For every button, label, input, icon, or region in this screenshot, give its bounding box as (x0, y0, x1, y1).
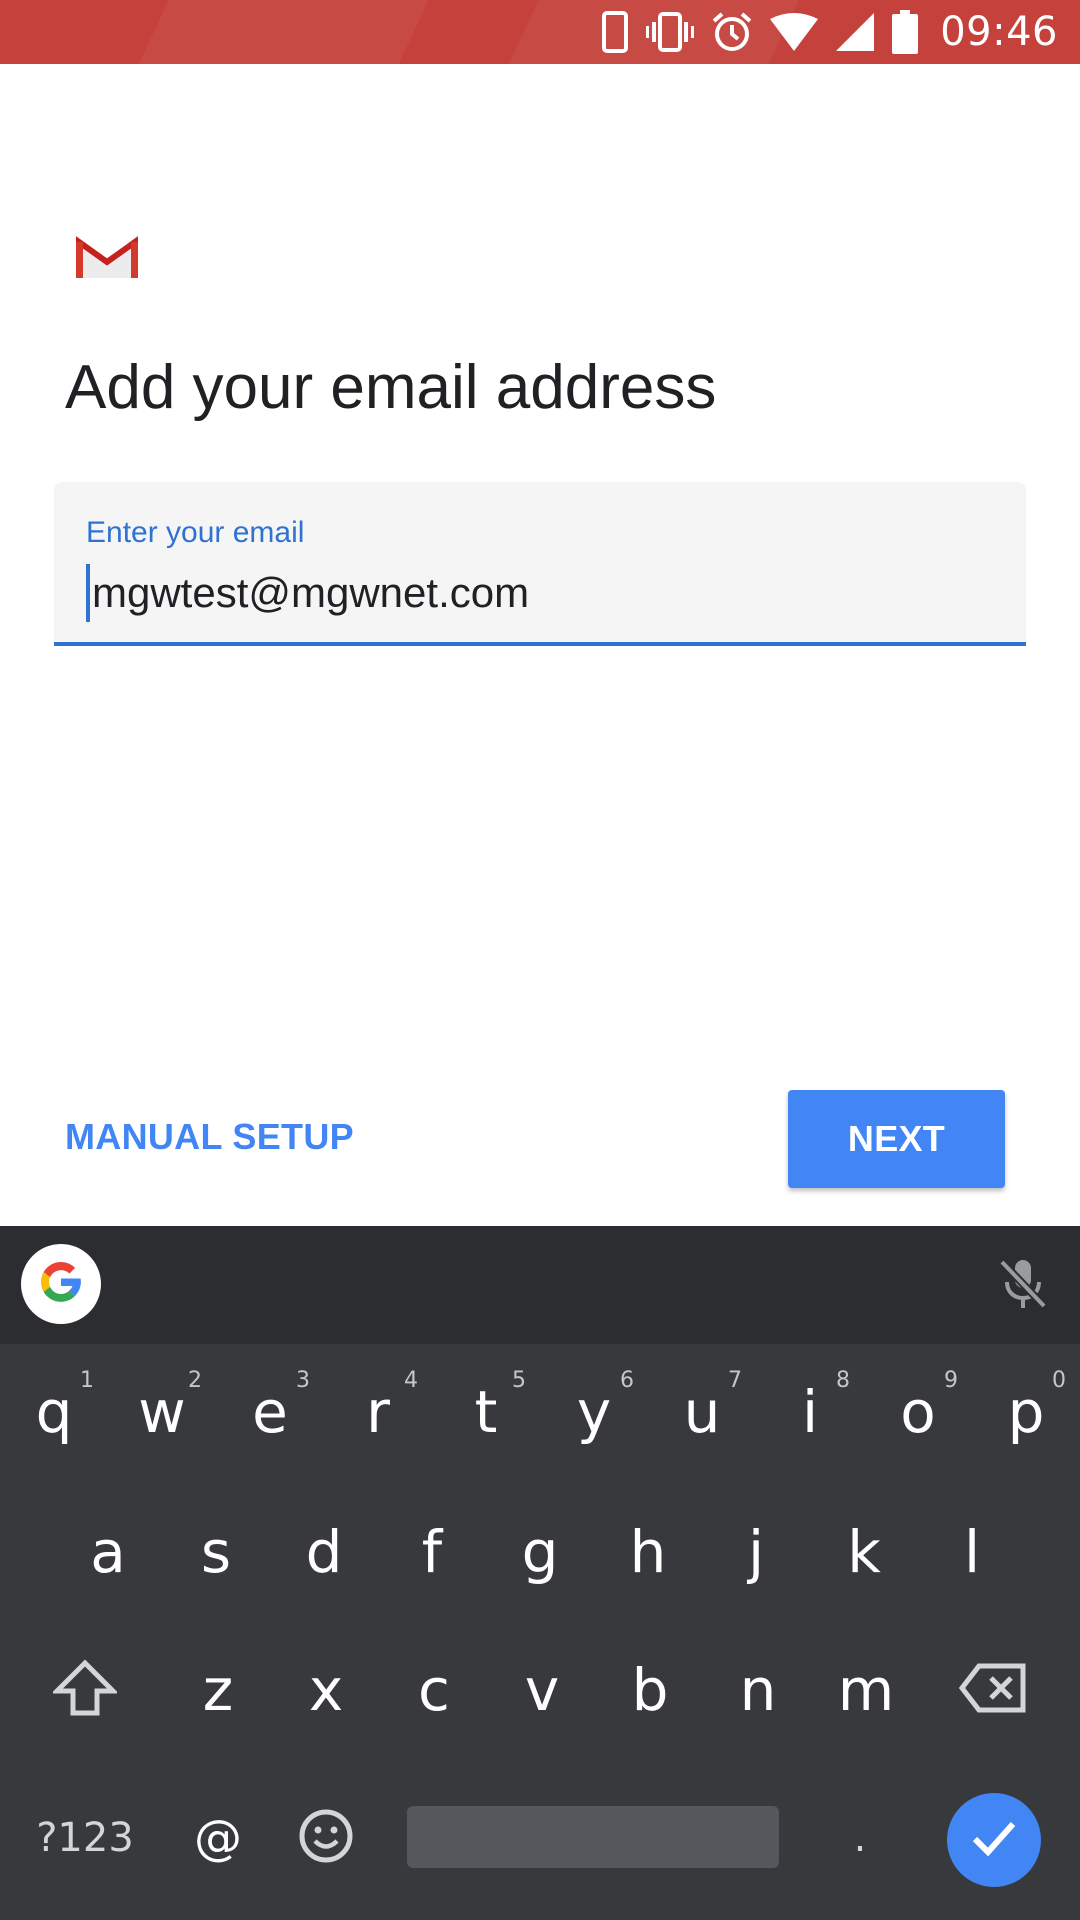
shift-icon (50, 1659, 120, 1721)
period-key[interactable]: . (810, 1774, 910, 1902)
page-title: Add your email address (65, 353, 717, 422)
key-x[interactable]: x (272, 1626, 380, 1754)
mic-off-icon[interactable] (998, 1256, 1048, 1317)
email-field-value-container[interactable]: mgwtest@mgwnet.com (86, 564, 529, 622)
key-y[interactable]: y6 (540, 1348, 648, 1476)
key-r[interactable]: r4 (324, 1348, 432, 1476)
symbols-key[interactable]: ?123 (20, 1774, 150, 1902)
key-o[interactable]: o9 (864, 1348, 972, 1476)
key-i[interactable]: i8 (756, 1348, 864, 1476)
email-field-label: Enter your email (86, 516, 305, 549)
done-key[interactable] (947, 1793, 1041, 1887)
backspace-icon (958, 1662, 1029, 1718)
key-e[interactable]: e3 (216, 1348, 324, 1476)
key-v[interactable]: v (488, 1626, 596, 1754)
phone-icon (602, 11, 629, 53)
battery-icon (892, 10, 919, 54)
signal-icon (836, 13, 875, 51)
key-j[interactable]: j (702, 1488, 810, 1616)
key-a[interactable]: a (54, 1488, 162, 1616)
status-bar: 09:46 (0, 0, 1080, 64)
wifi-icon (770, 13, 819, 51)
emoji-key[interactable] (276, 1774, 376, 1902)
google-g-icon (36, 1257, 86, 1312)
key-p[interactable]: p0 (972, 1348, 1080, 1476)
gmail-logo-icon (75, 236, 139, 280)
status-icons: 09:46 (602, 0, 1058, 64)
key-w[interactable]: w2 (108, 1348, 216, 1476)
key-b[interactable]: b (596, 1626, 704, 1754)
key-g[interactable]: g (486, 1488, 594, 1616)
key-f[interactable]: f (378, 1488, 486, 1616)
key-q[interactable]: q1 (0, 1348, 108, 1476)
text-cursor (86, 564, 90, 622)
key-k[interactable]: k (810, 1488, 918, 1616)
space-key[interactable] (407, 1806, 779, 1868)
key-c[interactable]: c (380, 1626, 488, 1754)
key-z[interactable]: z (164, 1626, 272, 1754)
at-key[interactable]: @ (168, 1774, 268, 1902)
manual-setup-button[interactable]: MANUAL SETUP (65, 1116, 354, 1158)
google-search-button[interactable] (21, 1244, 101, 1324)
email-field[interactable]: Enter your email mgwtest@mgwnet.com (54, 482, 1026, 646)
key-d[interactable]: d (270, 1488, 378, 1616)
checkmark-icon (970, 1818, 1018, 1863)
key-h[interactable]: h (594, 1488, 702, 1616)
screen: 09:46 Add your email address Enter your … (0, 0, 1080, 1920)
backspace-key[interactable] (940, 1626, 1048, 1754)
key-u[interactable]: u7 (648, 1348, 756, 1476)
next-button[interactable]: NEXT (788, 1090, 1005, 1188)
key-l[interactable]: l (918, 1488, 1026, 1616)
key-t[interactable]: t5 (432, 1348, 540, 1476)
vibrate-icon (646, 11, 695, 53)
alarm-icon (712, 11, 752, 53)
emoji-icon (298, 1808, 354, 1868)
status-bar-decoration (112, 0, 448, 64)
shift-key[interactable] (30, 1626, 140, 1754)
keyboard: q1 w2 e3 r4 t5 y6 u7 i8 o9 p0 a s d f g … (0, 1226, 1080, 1920)
key-m[interactable]: m (812, 1626, 920, 1754)
email-field-value[interactable]: mgwtest@mgwnet.com (92, 569, 529, 617)
key-n[interactable]: n (704, 1626, 812, 1754)
keyboard-toolbar (0, 1226, 1080, 1344)
key-s[interactable]: s (162, 1488, 270, 1616)
status-time: 09:46 (940, 9, 1058, 55)
